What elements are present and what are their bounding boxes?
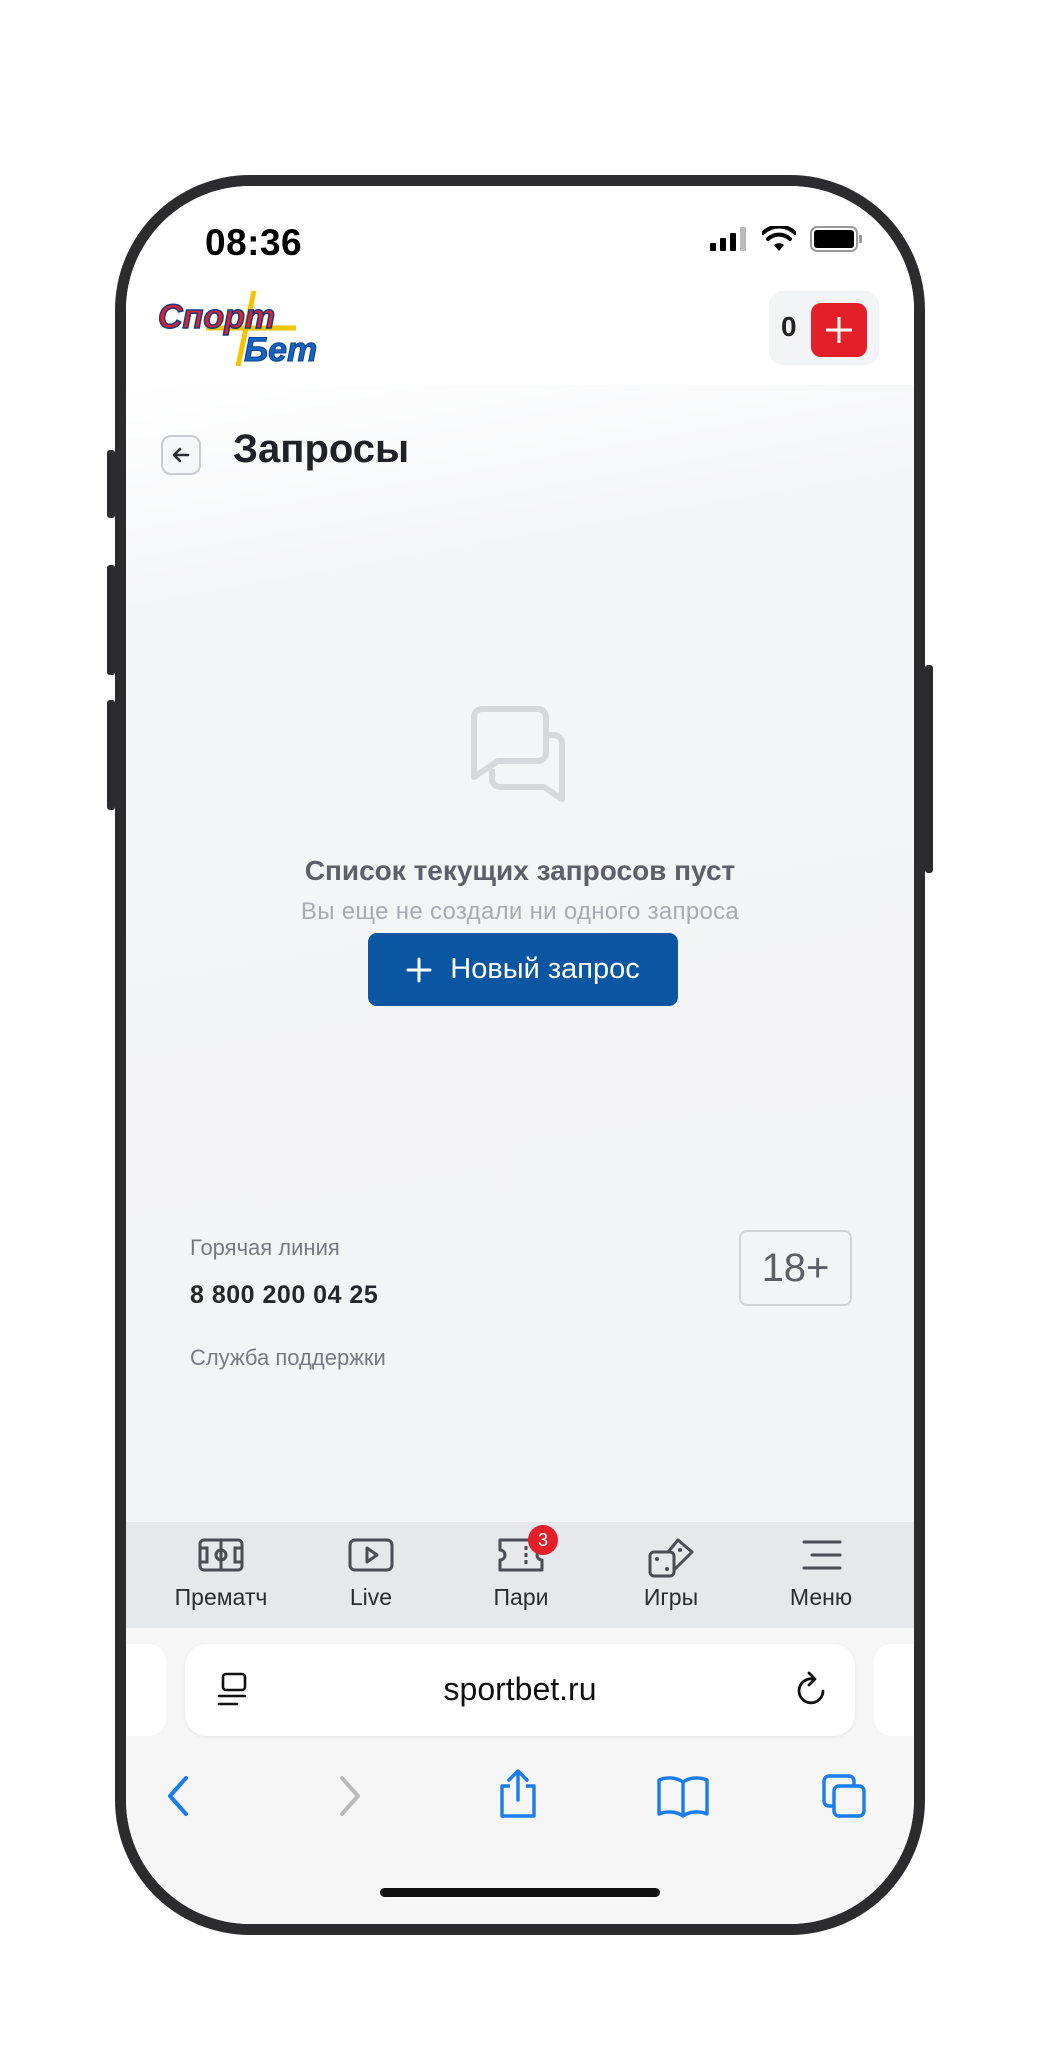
tabs-icon[interactable] <box>820 1772 868 1820</box>
signal-icon <box>710 227 746 251</box>
page-title: Запросы <box>233 427 410 471</box>
tab-label: Live <box>349 1584 393 1610</box>
empty-state-subtitle: Вы еще не создали ни одного запроса <box>300 898 740 925</box>
balance-widget[interactable]: 0 <box>769 291 879 365</box>
bookmarks-icon[interactable] <box>656 1774 710 1818</box>
reload-icon[interactable] <box>795 1671 829 1707</box>
plus-icon <box>406 957 432 982</box>
tab-label: Игры <box>643 1584 699 1610</box>
back-button[interactable] <box>161 435 201 475</box>
arrow-left-icon <box>172 447 190 463</box>
svg-text:Бет: Бет <box>244 331 317 369</box>
tab-menu[interactable]: Меню <box>746 1522 896 1628</box>
sportbet-logo[interactable]: Спорт Бет <box>156 286 326 376</box>
browser-forward-icon[interactable] <box>334 1774 364 1818</box>
field-icon <box>198 1538 244 1572</box>
bets-count-badge: 3 <box>528 1525 558 1555</box>
hotline-label: Горячая линия <box>190 1235 340 1260</box>
support-link[interactable]: Служба поддержки <box>190 1345 386 1371</box>
phone-frame: 08:36 Спорт Бет 0 Запросы Список текущих… <box>107 175 933 1935</box>
previous-tab-preview[interactable] <box>126 1644 166 1736</box>
play-icon <box>348 1538 394 1572</box>
browser-toolbar: sportbet.ru <box>126 1628 914 1924</box>
tab-label: Меню <box>789 1584 853 1610</box>
browser-back-icon[interactable] <box>164 1774 194 1818</box>
address-bar[interactable]: sportbet.ru <box>185 1644 855 1736</box>
tab-bets[interactable]: 3 Пари <box>446 1522 596 1628</box>
app-header: 08:36 Спорт Бет 0 <box>126 186 914 385</box>
menu-icon <box>802 1540 842 1570</box>
volume-down-button <box>107 700 115 810</box>
tab-live[interactable]: Live <box>296 1522 446 1628</box>
tab-label: Пари <box>493 1584 549 1610</box>
hotline-phone[interactable]: 8 800 200 04 25 <box>190 1281 378 1310</box>
empty-state-title: Список текущих запросов пуст <box>304 855 736 886</box>
bottom-tabbar: Прематч Live 3 Пари Игры Меню <box>126 1522 914 1628</box>
url-text: sportbet.ru <box>443 1671 597 1707</box>
tab-label: Прематч <box>174 1584 268 1610</box>
balance-value: 0 <box>781 311 797 342</box>
tab-games[interactable]: Игры <box>596 1522 746 1628</box>
deposit-button[interactable] <box>811 303 867 357</box>
new-request-button[interactable]: Новый запрос <box>368 933 678 1006</box>
chat-bubbles-icon <box>466 703 570 812</box>
tab-prematch[interactable]: Прематч <box>146 1522 296 1628</box>
screen: 08:36 Спорт Бет 0 Запросы Список текущих… <box>126 186 914 1924</box>
power-button <box>925 665 933 873</box>
next-tab-preview[interactable] <box>874 1644 914 1736</box>
mute-switch <box>107 450 115 518</box>
status-icons <box>710 226 864 252</box>
status-time: 08:36 <box>205 222 303 263</box>
dice-icon <box>648 1538 694 1578</box>
age-rating-badge: 18+ <box>739 1230 852 1306</box>
main-content: Запросы Список текущих запросов пуст Вы … <box>126 385 914 1522</box>
share-icon[interactable] <box>496 1768 540 1820</box>
wifi-icon <box>762 226 796 251</box>
volume-up-button <box>107 565 115 675</box>
new-request-label: Новый запрос <box>450 953 640 985</box>
home-indicator <box>380 1888 660 1897</box>
battery-icon <box>810 226 862 252</box>
